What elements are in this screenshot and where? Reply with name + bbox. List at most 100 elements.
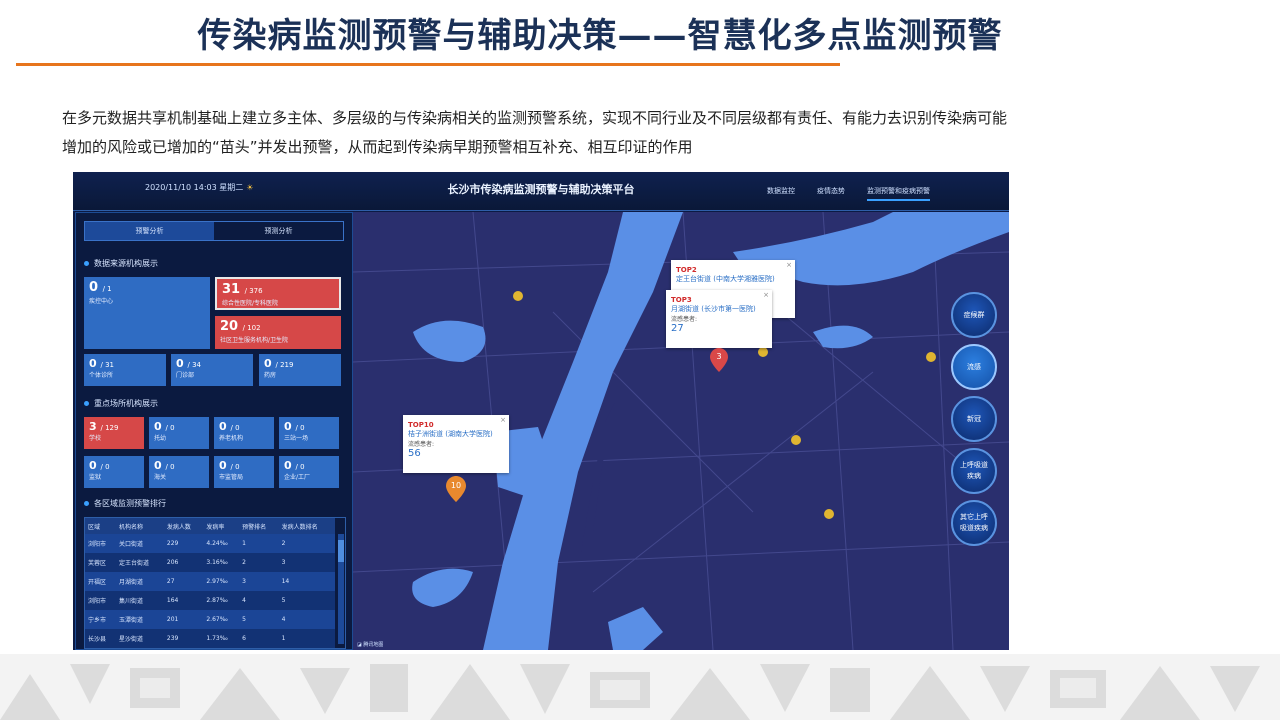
intro-text: 在多元数据共享机制基础上建立多主体、多层级的与传染病相关的监测预警系统，实现不同…	[62, 104, 1142, 162]
card-cdc[interactable]: 0 / 1 疾控中心	[84, 277, 210, 349]
section-sources-label: 数据来源机构展示	[94, 259, 158, 268]
card-total: / 0	[100, 463, 110, 471]
col-institution[interactable]: 机构名称	[116, 518, 164, 534]
card-value: 0 / 0	[219, 420, 240, 433]
cell: 长沙县	[85, 629, 116, 648]
analysis-tabs: 预警分析 预测分析	[84, 221, 344, 241]
card-community-health[interactable]: 20 / 102 社区卫生服务机构/卫生院	[215, 316, 341, 349]
col-cases[interactable]: 发病人数	[163, 518, 204, 534]
card-value: 0 / 0	[89, 459, 110, 472]
card-count: 0	[89, 459, 97, 472]
card-value: 0 / 0	[219, 459, 240, 472]
popup-station: 月湖街道 (长沙市第一医院)	[671, 305, 756, 313]
button-other-respiratory[interactable]: 其它上呼吸道疾病	[951, 500, 997, 546]
cell: 2.67‰	[203, 610, 240, 629]
card-count: 0	[154, 459, 162, 472]
close-icon[interactable]: ×	[500, 416, 506, 424]
card-total: / 0	[295, 424, 305, 432]
popup-value: 56	[408, 448, 421, 459]
bullet-icon	[84, 261, 89, 266]
cell: 关口街道	[116, 534, 164, 553]
section-sources: 数据来源机构展示	[84, 258, 158, 269]
table-row[interactable]: 宁乡市 玉潭街道 201 2.67‰ 5 4	[85, 610, 335, 629]
cell: 2.97‰	[203, 572, 240, 591]
popup-rank: TOP10	[408, 421, 434, 429]
marker-top10-label: 10	[450, 481, 462, 490]
card-enterprise[interactable]: 0 / 0 企业/工厂	[279, 456, 339, 488]
cell: 229	[163, 534, 204, 553]
nav-warning[interactable]: 监测预警和疫病预警	[867, 186, 930, 201]
card-value: 0 / 31	[89, 357, 114, 370]
cell: 2.87‰	[203, 591, 240, 610]
card-count: 0	[154, 420, 162, 433]
table-row[interactable]: 浏阳市 集川街道 164 2.87‰ 4 5	[85, 591, 335, 610]
button-influenza[interactable]: 流感	[951, 344, 997, 390]
card-count: 0	[264, 357, 272, 370]
card-clinics[interactable]: 0 / 31 个体诊所	[84, 354, 166, 386]
popup-caption: 流感患者:	[671, 316, 698, 323]
card-label: 企业/工厂	[284, 474, 311, 481]
intro-line-2: 增加的风险或已增加的“苗头”并发出预警，从而起到传染病早期预警相互补充、相互印证…	[62, 138, 693, 156]
map-attribution: ◪ 腾讯地图	[357, 641, 383, 648]
section-venues-label: 重点场所机构展示	[94, 399, 158, 408]
card-prison[interactable]: 0 / 0 监狱	[84, 456, 144, 488]
tab-forecast-analysis[interactable]: 预测分析	[214, 222, 343, 240]
card-nursery[interactable]: 0 / 0 托幼	[149, 417, 209, 449]
cell: 164	[163, 591, 204, 610]
table-row[interactable]: 芙蓉区 定王台街道 206 3.16‰ 2 3	[85, 553, 335, 572]
scrollbar-thumb[interactable]	[338, 540, 344, 562]
popup-top3[interactable]: × TOP3 月湖街道 (长沙市第一医院) 流感患者: 27	[666, 290, 772, 348]
card-total: / 0	[295, 463, 305, 471]
close-icon[interactable]: ×	[763, 291, 769, 299]
table-row[interactable]: 长沙县 星沙街道 239 1.73‰ 6 1	[85, 629, 335, 648]
col-cases-rank[interactable]: 发病人数排名	[278, 518, 335, 534]
cell: 4	[239, 591, 279, 610]
card-label: 三站一场	[284, 435, 309, 442]
table-scrollbar[interactable]	[338, 534, 344, 644]
cell: 开福区	[85, 572, 116, 591]
card-pharmacy[interactable]: 0 / 219 药房	[259, 354, 341, 386]
card-school[interactable]: 3 / 129 学校	[84, 417, 144, 449]
cell: 206	[163, 553, 204, 572]
card-label: 综合性医院/专科医院	[222, 300, 279, 307]
card-value: 0 / 0	[154, 459, 175, 472]
cell: 2	[278, 534, 335, 553]
card-count: 0	[284, 420, 292, 433]
col-warning-rank[interactable]: 预警排名	[239, 518, 279, 534]
button-syndrome[interactable]: 症候群	[951, 292, 997, 338]
cell: 5	[239, 610, 279, 629]
nav-data-monitor[interactable]: 数据监控	[767, 186, 795, 196]
col-rate[interactable]: 发病率	[203, 518, 240, 534]
popup-top10[interactable]: × TOP10 桔子洲街道 (湖南大学医院) 流感患者: 56	[403, 415, 509, 473]
card-value: 3 / 129	[89, 420, 118, 433]
card-elderly-care[interactable]: 0 / 0 养老机构	[214, 417, 274, 449]
cell: 芙蓉区	[85, 553, 116, 572]
card-outpatient[interactable]: 0 / 34 门诊部	[171, 354, 253, 386]
card-total: / 129	[100, 424, 119, 432]
card-total: / 219	[275, 361, 294, 369]
col-region[interactable]: 区域	[85, 518, 116, 534]
cell: 27	[163, 572, 204, 591]
card-label: 海关	[154, 474, 167, 481]
cell: 6	[239, 629, 279, 648]
card-transport-hubs[interactable]: 0 / 0 三站一场	[279, 417, 339, 449]
popup-body: TOP10 桔子洲街道 (湖南大学医院) 流感患者: 56	[403, 415, 509, 459]
card-label: 个体诊所	[89, 372, 114, 379]
marker-top3-label: 3	[716, 352, 722, 361]
table-row[interactable]: 开福区 月湖街道 27 2.97‰ 3 14	[85, 572, 335, 591]
card-customs[interactable]: 0 / 0 海关	[149, 456, 209, 488]
popup-station: 定王台街道 (中南大学湘雅医院)	[676, 275, 775, 283]
cell: 星沙街道	[116, 629, 164, 648]
button-upper-respiratory[interactable]: 上呼吸道疾病	[951, 448, 997, 494]
popup-value: 27	[671, 323, 684, 334]
nav-epidemic-status[interactable]: 疫情态势	[817, 186, 845, 196]
card-hospitals[interactable]: 31 / 376 综合性医院/专科医院	[215, 277, 341, 310]
tab-warning-analysis[interactable]: 预警分析	[85, 222, 214, 240]
cell: 239	[163, 629, 204, 648]
close-icon[interactable]: ×	[786, 261, 792, 269]
button-covid[interactable]: 新冠	[951, 396, 997, 442]
map-attribution-text: 腾讯地图	[363, 642, 384, 648]
table-row[interactable]: 浏阳市 关口街道 229 4.24‰ 1 2	[85, 534, 335, 553]
card-market-regulator[interactable]: 0 / 0 市监管局	[214, 456, 274, 488]
city-map[interactable]: × TOP2 定王台街道 (中南大学湘雅医院) × TOP3 月湖街道 (长沙市…	[352, 211, 1009, 650]
